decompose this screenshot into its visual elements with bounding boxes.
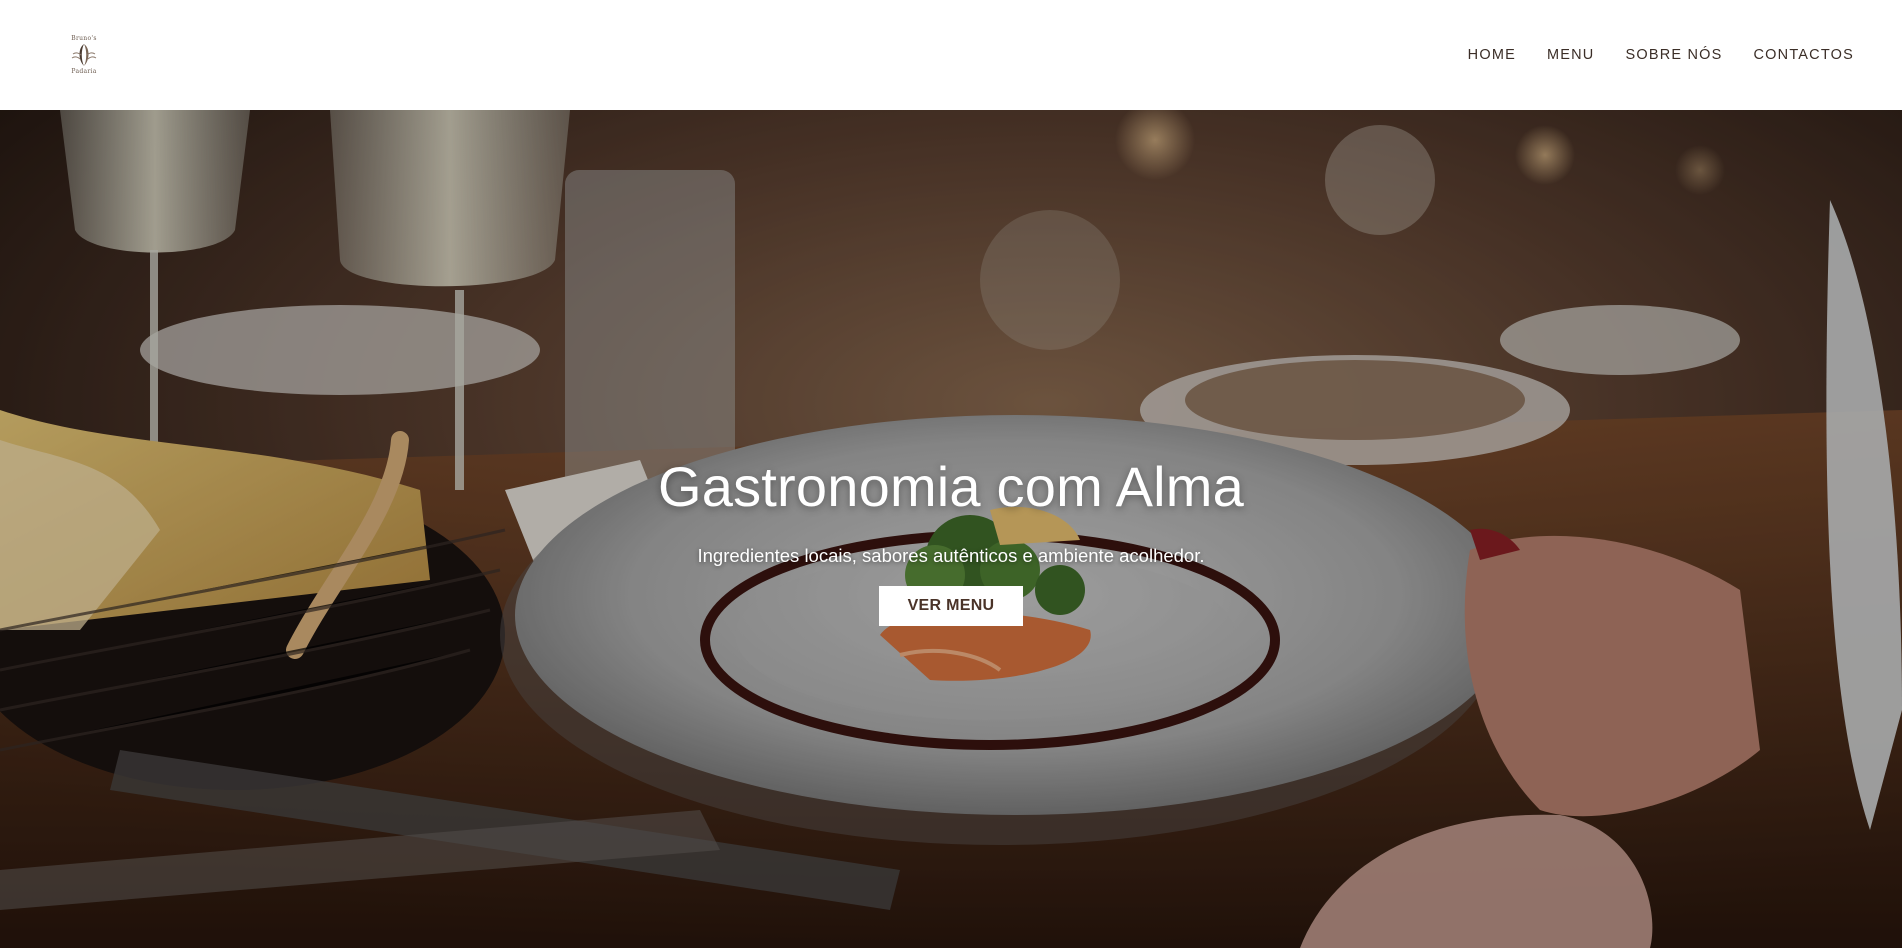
site-logo[interactable]: Bruno's Padaria	[64, 32, 104, 78]
nav-item-contactos[interactable]: CONTACTOS	[1754, 47, 1855, 63]
nav-item-menu[interactable]: MENU	[1547, 47, 1595, 63]
site-header: Bruno's Padaria HOME MENU SOBRE NÓS CONT…	[0, 0, 1902, 110]
hero-section: Gastronomia com Alma Ingredientes locais…	[0, 110, 1902, 948]
nav-item-home[interactable]: HOME	[1468, 47, 1516, 63]
leaf-emblem-icon	[71, 44, 97, 66]
logo-text-bottom: Padaria	[71, 68, 97, 75]
main-nav: HOME MENU SOBRE NÓS CONTACTOS	[1468, 47, 1854, 63]
hero-content: Gastronomia com Alma Ingredientes locais…	[0, 110, 1902, 948]
ver-menu-button[interactable]: VER MENU	[879, 586, 1023, 626]
hero-title: Gastronomia com Alma	[658, 455, 1244, 518]
hero-subtitle: Ingredientes locais, sabores autênticos …	[697, 545, 1205, 566]
nav-item-sobre-nos[interactable]: SOBRE NÓS	[1625, 47, 1722, 63]
logo-text-top: Bruno's	[71, 35, 97, 42]
